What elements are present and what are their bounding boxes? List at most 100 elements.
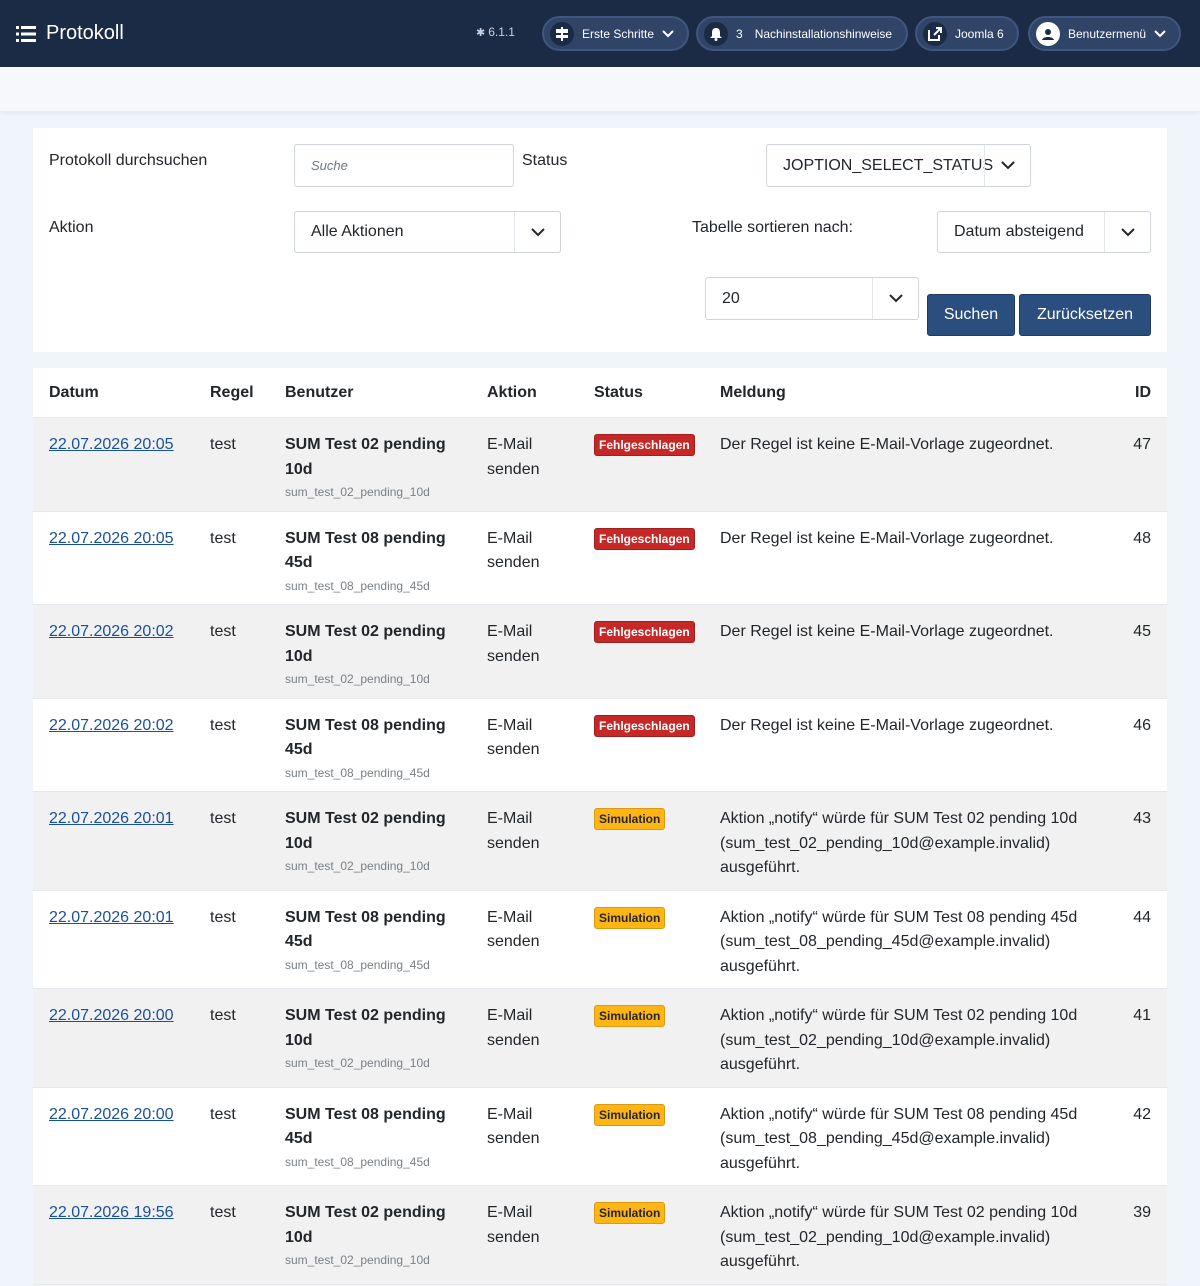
- user-login: sum_test_02_pending_10d: [285, 1253, 430, 1267]
- message-line1: Aktion „notify“ würde für SUM Test 08 pe…: [720, 908, 1078, 926]
- user-menu-button[interactable]: Benutzermenü: [1028, 16, 1181, 51]
- message-line3: ausgeführt.: [720, 1154, 801, 1172]
- post-install-messages-button[interactable]: 3 Nachinstallationshinweise: [696, 16, 908, 51]
- limit-select-value: 20: [722, 289, 740, 307]
- date-link[interactable]: 22.07.2026 20:05: [49, 530, 174, 547]
- date-link[interactable]: 22.07.2026 20:05: [49, 436, 174, 453]
- user-cell: SUM Test 02 pending 10d sum_test_02_pend…: [285, 1201, 455, 1270]
- action-line2: senden: [487, 460, 540, 478]
- column-header-id[interactable]: ID: [1135, 384, 1151, 402]
- page-title: Protokoll: [46, 22, 124, 44]
- date-link[interactable]: 22.07.2026 20:02: [49, 717, 174, 734]
- rule-cell: test: [210, 1105, 236, 1123]
- user-login: sum_test_02_pending_10d: [285, 672, 430, 686]
- user-name-line2: 45d: [285, 554, 313, 571]
- reset-button[interactable]: Zurücksetzen: [1019, 294, 1151, 336]
- column-header-date[interactable]: Datum: [49, 384, 99, 402]
- message-cell: Der Regel ist keine E-Mail-Vorlage zugeo…: [720, 620, 1110, 645]
- search-input[interactable]: Suche: [294, 144, 514, 187]
- column-header-user[interactable]: Benutzer: [285, 384, 353, 402]
- action-line1: E-Mail: [487, 716, 533, 734]
- user-name-line2: 10d: [285, 1031, 313, 1049]
- id-cell: 48: [1133, 529, 1151, 547]
- sort-label: Tabelle sortieren nach:: [692, 219, 853, 236]
- user-name-line2: 10d: [285, 1228, 313, 1246]
- user-login: sum_test_02_pending_10d: [285, 485, 430, 499]
- message-cell: Aktion „notify“ würde für SUM Test 02 pe…: [720, 1201, 1110, 1275]
- user-name-line2: 45d: [285, 741, 313, 758]
- status-cell: Simulation: [594, 1103, 666, 1128]
- action-label: Aktion: [49, 219, 94, 236]
- action-line1: E-Mail: [487, 1204, 533, 1221]
- action-line1: E-Mail: [487, 908, 533, 926]
- status-label: Status: [522, 152, 568, 169]
- message-cell: Der Regel ist keine E-Mail-Vorlage zugeo…: [720, 527, 1110, 552]
- rule-cell: test: [210, 623, 236, 640]
- message-line1: Der Regel ist keine E-Mail-Vorlage zugeo…: [720, 623, 1054, 640]
- status-cell: Fehlgeschlagen: [594, 620, 695, 645]
- action-cell: E-Mail senden: [487, 1004, 540, 1053]
- version-number: 6.1.1: [488, 25, 515, 39]
- table-header: Datum Regel Benutzer Aktion Status Meldu…: [33, 368, 1167, 418]
- chevron-down-icon: [514, 212, 560, 252]
- sort-select-value: Datum absteigend: [954, 223, 1084, 240]
- user-menu-label: Benutzermenü: [1068, 26, 1147, 41]
- action-cell: E-Mail senden: [487, 620, 540, 669]
- id-cell: 41: [1133, 1007, 1151, 1024]
- limit-select[interactable]: 20: [705, 277, 919, 320]
- user-login: sum_test_02_pending_10d: [285, 1056, 430, 1070]
- getting-started-button[interactable]: Erste Schritte: [542, 16, 689, 51]
- date-link[interactable]: 22.07.2026 20:02: [49, 623, 174, 640]
- user-login: sum_test_08_pending_45d: [285, 1154, 430, 1169]
- message-cell: Aktion „notify“ würde für SUM Test 02 pe…: [720, 1004, 1110, 1078]
- status-badge: Fehlgeschlagen: [594, 434, 695, 456]
- date-link[interactable]: 22.07.2026 20:00: [49, 1007, 174, 1024]
- action-cell: E-Mail senden: [487, 906, 540, 955]
- message-line3: ausgeführt.: [720, 1253, 801, 1270]
- status-badge: Fehlgeschlagen: [594, 714, 695, 737]
- status-select[interactable]: JOPTION_SELECT_STATUS: [766, 144, 1031, 187]
- view-site-button[interactable]: Joomla 6: [915, 16, 1019, 51]
- sort-select[interactable]: Datum absteigend: [937, 211, 1151, 253]
- message-line2: (sum_test_08_pending_45d@example.invalid…: [720, 933, 1051, 950]
- rule-cell: test: [210, 908, 236, 926]
- column-header-rule[interactable]: Regel: [210, 384, 254, 402]
- id-cell: 46: [1133, 716, 1151, 734]
- id-cell: 39: [1133, 1204, 1151, 1221]
- post-install-label: Nachinstallationshinweise: [754, 26, 893, 41]
- version-info: ✱ 6.1.1: [476, 25, 515, 39]
- rule-cell: test: [210, 1204, 236, 1221]
- status-select-value: JOPTION_SELECT_STATUS: [783, 156, 994, 174]
- date-link[interactable]: 22.07.2026 19:56: [49, 1204, 174, 1221]
- message-line1: Aktion „notify“ würde für SUM Test 02 pe…: [720, 810, 1078, 827]
- user-name: SUM Test 02 pending: [285, 1007, 446, 1024]
- action-line2: senden: [487, 647, 540, 665]
- action-line2: senden: [487, 741, 540, 758]
- joomla-icon: ✱: [476, 26, 486, 39]
- rule-cell: test: [210, 1007, 236, 1024]
- action-select[interactable]: Alle Aktionen: [294, 211, 561, 253]
- column-header-message[interactable]: Meldung: [720, 384, 786, 402]
- message-line1: Der Regel ist keine E-Mail-Vorlage zugeo…: [720, 529, 1054, 547]
- log-table: Datum Regel Benutzer Aktion Status Meldu…: [33, 368, 1167, 1285]
- column-header-action[interactable]: Aktion: [487, 384, 537, 402]
- search-button[interactable]: Suchen: [927, 294, 1015, 336]
- user-cell: SUM Test 02 pending 10d sum_test_02_pend…: [285, 807, 455, 876]
- column-header-status[interactable]: Status: [594, 384, 643, 402]
- chevron-down-icon: [1104, 212, 1150, 252]
- date-link[interactable]: 22.07.2026 20:00: [49, 1106, 174, 1123]
- action-line2: senden: [487, 1031, 540, 1049]
- table-body: 22.07.2026 20:05 test SUM Test 02 pendin…: [33, 418, 1167, 1285]
- action-cell: E-Mail senden: [487, 714, 540, 763]
- toolbar: [0, 67, 1200, 111]
- action-cell: E-Mail senden: [487, 1201, 540, 1250]
- rule-cell: test: [210, 810, 236, 827]
- message-cell: Der Regel ist keine E-Mail-Vorlage zugeo…: [720, 433, 1110, 458]
- message-line1: Der Regel ist keine E-Mail-Vorlage zugeo…: [720, 436, 1054, 453]
- date-link[interactable]: 22.07.2026 20:01: [49, 909, 174, 926]
- user-cell: SUM Test 08 pending 45d sum_test_08_pend…: [285, 527, 455, 596]
- table-row: 22.07.2026 20:01 test SUM Test 08 pendin…: [33, 890, 1167, 989]
- date-link[interactable]: 22.07.2026 20:01: [49, 810, 174, 827]
- user-name: SUM Test 02 pending: [285, 1204, 446, 1221]
- user-name-line2: 10d: [285, 460, 313, 478]
